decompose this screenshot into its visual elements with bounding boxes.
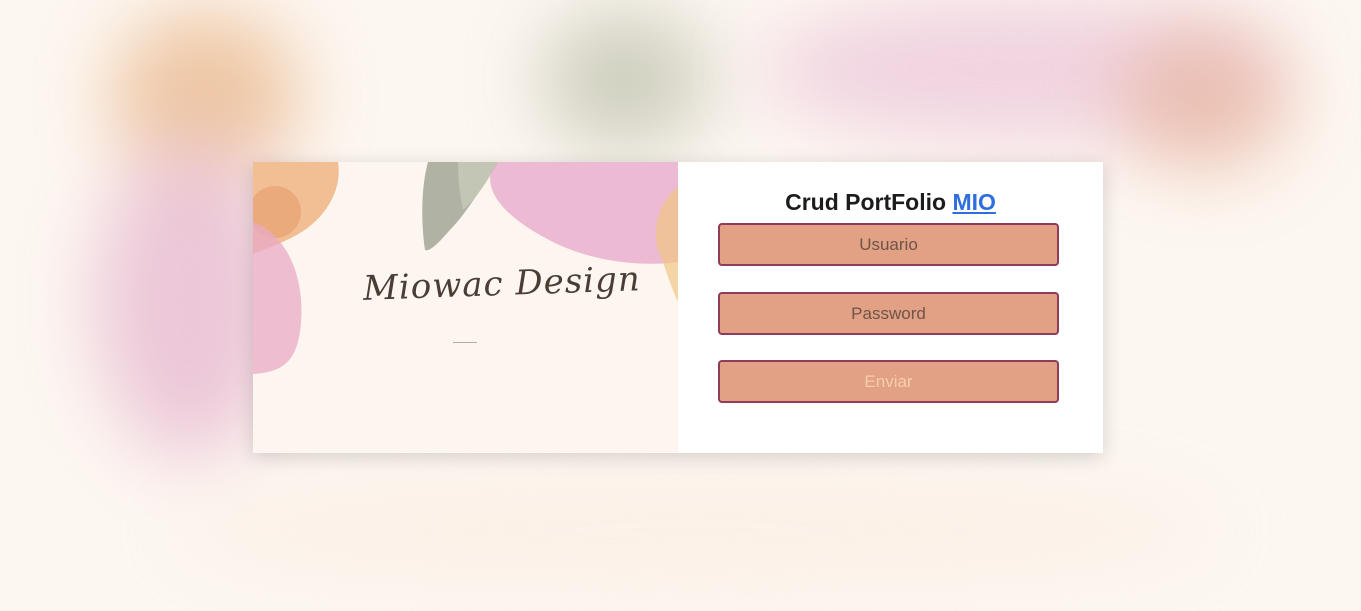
- background-blob: [540, 10, 710, 150]
- login-card: Miowac Design Crud PortFolio MIO Enviar: [253, 162, 1103, 453]
- brand-divider: [453, 342, 477, 343]
- background-blob: [1120, 30, 1290, 170]
- title-text: Crud PortFolio: [785, 189, 947, 215]
- submit-button[interactable]: Enviar: [718, 360, 1059, 403]
- watercolor-illustration: [253, 162, 678, 374]
- password-input[interactable]: [718, 292, 1059, 335]
- page-title: Crud PortFolio MIO: [678, 189, 1103, 216]
- brand-artwork: Miowac Design: [253, 162, 678, 453]
- title-link[interactable]: MIO: [952, 189, 995, 215]
- background-blob: [170, 470, 1220, 590]
- username-input[interactable]: [718, 223, 1059, 266]
